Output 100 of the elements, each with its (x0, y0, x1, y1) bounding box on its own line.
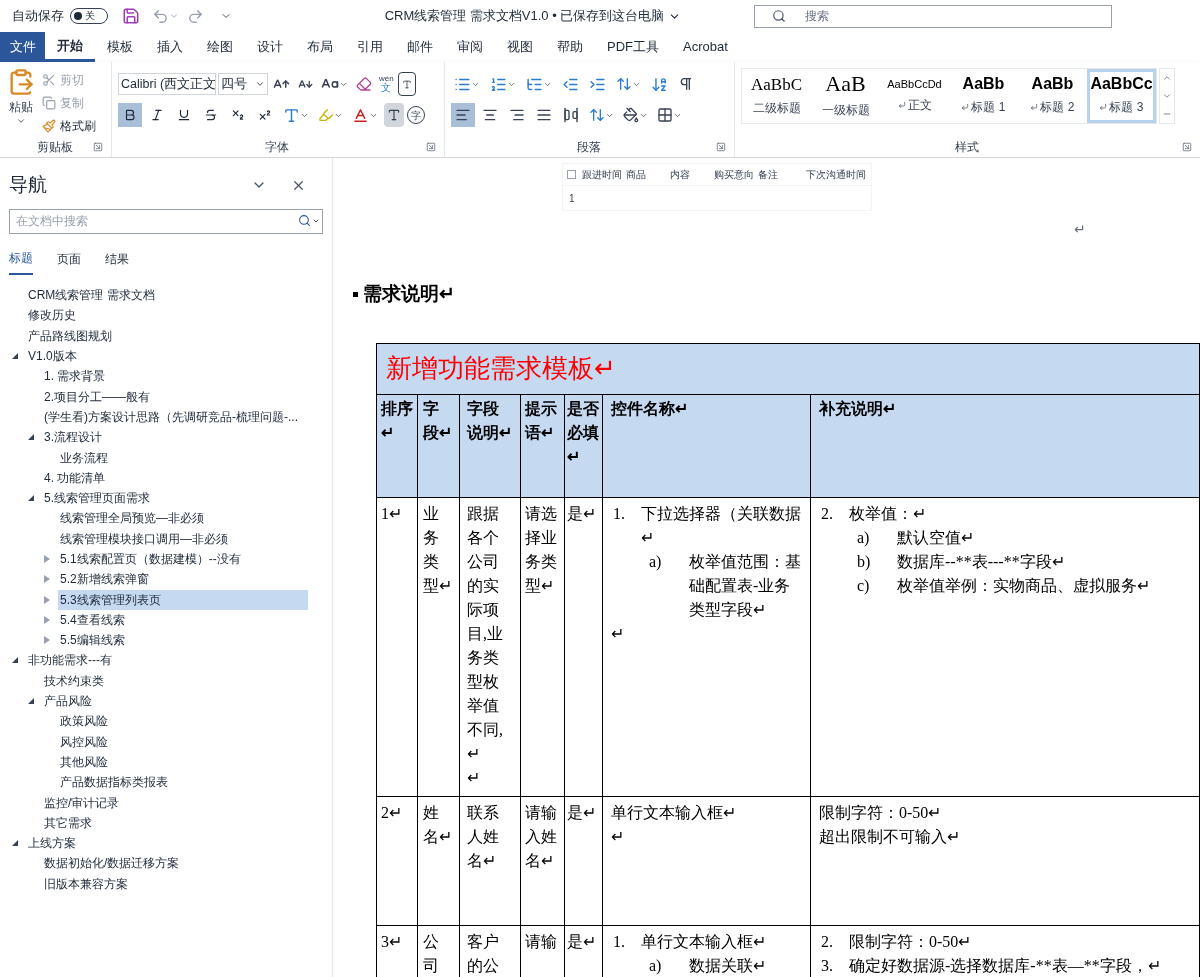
nav-tab[interactable]: 标题 (9, 249, 33, 275)
nav-heading-item[interactable]: 政策风险 (58, 711, 110, 732)
font-size-dropdown[interactable]: 四号 (218, 73, 268, 95)
redo-icon[interactable] (187, 7, 204, 25)
list-text: 限制字符：0-50↵ (849, 931, 972, 952)
style-gallery-item[interactable]: AaBbCc 标题 3 (1087, 69, 1156, 123)
nav-heading-item[interactable]: 产品路线图规划 (26, 325, 114, 346)
dialog-launcher-icon[interactable] (1182, 142, 1192, 152)
undo-icon[interactable] (152, 7, 169, 25)
search-field[interactable]: 搜索 (754, 4, 1112, 28)
align-button[interactable] (451, 103, 475, 127)
style-gallery-item[interactable]: AaBb 标题 2 (1018, 69, 1087, 123)
style-gallery-item[interactable]: AaBbCcDd 正文 (880, 69, 949, 123)
clipboard-button[interactable]: 格式刷 (42, 116, 96, 135)
expanded-triangle-icon[interactable] (28, 698, 34, 705)
nav-heading-item[interactable]: 5.1线索配置页（数据建模）--没有 (58, 549, 243, 569)
expanded-triangle-icon[interactable] (12, 657, 18, 664)
collapsed-triangle-icon[interactable] (44, 575, 50, 584)
nav-heading-item[interactable]: 产品数据指标类报表 (58, 772, 170, 793)
nav-heading-item[interactable]: 修改历史 (26, 305, 78, 326)
nav-tab[interactable]: 页面 (57, 249, 81, 275)
style-gallery-item[interactable]: AaB 一级标题 (811, 69, 880, 123)
nav-heading-item[interactable]: 其它需求 (42, 812, 94, 833)
dialog-launcher-icon[interactable] (93, 142, 103, 152)
cell-text: 跟据各个公司的实际项目,业务类型枚举值不同,↵ (467, 503, 504, 764)
document-title[interactable]: CRM线索管理 需求文档V1.0 • 已保存到这台电脑 (384, 6, 665, 26)
nav-heading-item[interactable]: 5.4查看线索 (58, 609, 127, 630)
expanded-triangle-icon[interactable] (12, 353, 18, 360)
ribbon-tab[interactable]: 设计 (245, 32, 295, 62)
nav-heading-item[interactable]: 其他风险 (58, 751, 110, 772)
nav-heading-item[interactable]: 线索管理模块接口调用—非必须 (58, 528, 230, 549)
paragraph-mark-icon (678, 76, 694, 92)
collapsed-triangle-icon[interactable] (44, 615, 50, 624)
nav-heading-item[interactable]: 非功能需求---有 (26, 650, 114, 671)
save-icon[interactable] (122, 7, 140, 25)
nav-heading-item[interactable]: 技术约束类 (42, 670, 106, 691)
nav-heading-item[interactable]: 业务流程 (58, 447, 110, 468)
nav-heading-item[interactable]: 3.流程设计 (42, 427, 104, 448)
cell-text: 公司 (423, 931, 440, 976)
ribbon-tab[interactable]: 视图 (495, 32, 545, 62)
nav-heading-item[interactable]: V1.0版本 (26, 346, 79, 367)
file-tab[interactable]: 文件 (0, 32, 45, 62)
collapsed-triangle-icon[interactable] (44, 595, 50, 604)
format-button[interactable] (118, 103, 142, 127)
search-field[interactable]: 在文档中搜索 (9, 208, 323, 234)
dialog-launcher-icon[interactable] (426, 142, 436, 152)
paste-button[interactable]: 粘贴 (6, 68, 36, 137)
ribbon-tab[interactable]: 插入 (145, 32, 195, 62)
phonetic-guide-button[interactable]: wén 文 (377, 75, 396, 93)
ribbon-tab[interactable]: PDF工具 (595, 32, 671, 62)
column-header: 字段↵ (418, 394, 460, 498)
distribute-icon (563, 107, 579, 123)
italic-icon (150, 108, 164, 122)
expanded-triangle-icon[interactable] (12, 840, 18, 847)
strikethrough-icon (204, 108, 218, 122)
nav-heading-item[interactable]: (学生看)方案设计思路（先调研竞品-梳理问题-... (42, 406, 300, 427)
ribbon-tab[interactable]: 引用 (345, 32, 395, 62)
ribbon-tab[interactable]: Acrobat (671, 32, 740, 62)
cell-text: 业务类型↵ (423, 503, 453, 596)
expanded-triangle-icon[interactable] (28, 434, 34, 441)
nav-heading-item[interactable]: 1. 需求背景 (42, 366, 108, 387)
letter-icon (283, 106, 300, 124)
nav-heading-item[interactable]: 产品风险 (42, 691, 94, 712)
nav-heading-item[interactable]: 4. 功能清单 (42, 467, 108, 488)
ribbon-tab[interactable]: 帮助 (545, 32, 595, 62)
nav-heading-item[interactable]: 5.5编辑线索 (58, 630, 127, 651)
cell-text: 超出限制不可输入↵ (819, 826, 961, 847)
nav-heading-item[interactable]: 监控/审计记录 (42, 792, 122, 813)
nav-heading-item[interactable]: 2.项目分工——般有 (42, 386, 152, 407)
ribbon-tab[interactable]: 布局 (295, 32, 345, 62)
nav-heading-item[interactable]: 5.3线索管理列表页 (58, 589, 308, 610)
nav-tab[interactable]: 结果 (105, 249, 129, 275)
ribbon-tab[interactable]: 邮件 (395, 32, 445, 62)
style-gallery-item[interactable]: AaBbC 二级标题 (742, 69, 811, 123)
ribbon-tab[interactable]: 审阅 (445, 32, 495, 62)
list-text: 默认空值↵ (897, 527, 974, 548)
nav-heading-item[interactable]: 风控风险 (58, 731, 110, 752)
nav-heading-item[interactable]: 数据初始化/数据迁移方案 (42, 853, 182, 874)
nav-heading-item[interactable]: 旧版本兼容方案 (42, 873, 130, 894)
nav-heading-item[interactable]: CRM线索管理 需求文档 (26, 285, 157, 306)
ribbon-tab[interactable]: 模板 (95, 32, 145, 62)
style-gallery-item[interactable]: AaBb 标题 1 (949, 69, 1018, 123)
expanded-triangle-icon[interactable] (28, 495, 34, 502)
search-options-icon[interactable] (312, 217, 320, 225)
list-text: 枚举值：↵ (849, 503, 926, 524)
bullet-icon (353, 291, 358, 297)
ribbon-tab[interactable]: 绘图 (195, 32, 245, 62)
character-border-button[interactable] (397, 72, 416, 96)
nav-heading-item[interactable]: 5.线索管理页面需求 (42, 488, 152, 509)
dialog-launcher-icon[interactable] (716, 142, 726, 152)
collapsed-triangle-icon[interactable] (44, 636, 50, 645)
group-label: 字体 (265, 139, 289, 156)
list-text: 数据关联↵ (689, 955, 766, 976)
nav-heading-item[interactable]: 上线方案 (26, 833, 78, 854)
nav-heading-item[interactable]: 线索管理全局预览—非必须 (58, 508, 206, 529)
collapsed-triangle-icon[interactable] (44, 555, 50, 563)
cell-text: ↵ (611, 623, 625, 644)
nav-heading-item[interactable]: 5.2新增线索弹窗 (58, 569, 151, 590)
character-shading-button[interactable] (384, 103, 404, 127)
font-name-dropdown[interactable]: Calibri (西文正文 (118, 73, 216, 95)
